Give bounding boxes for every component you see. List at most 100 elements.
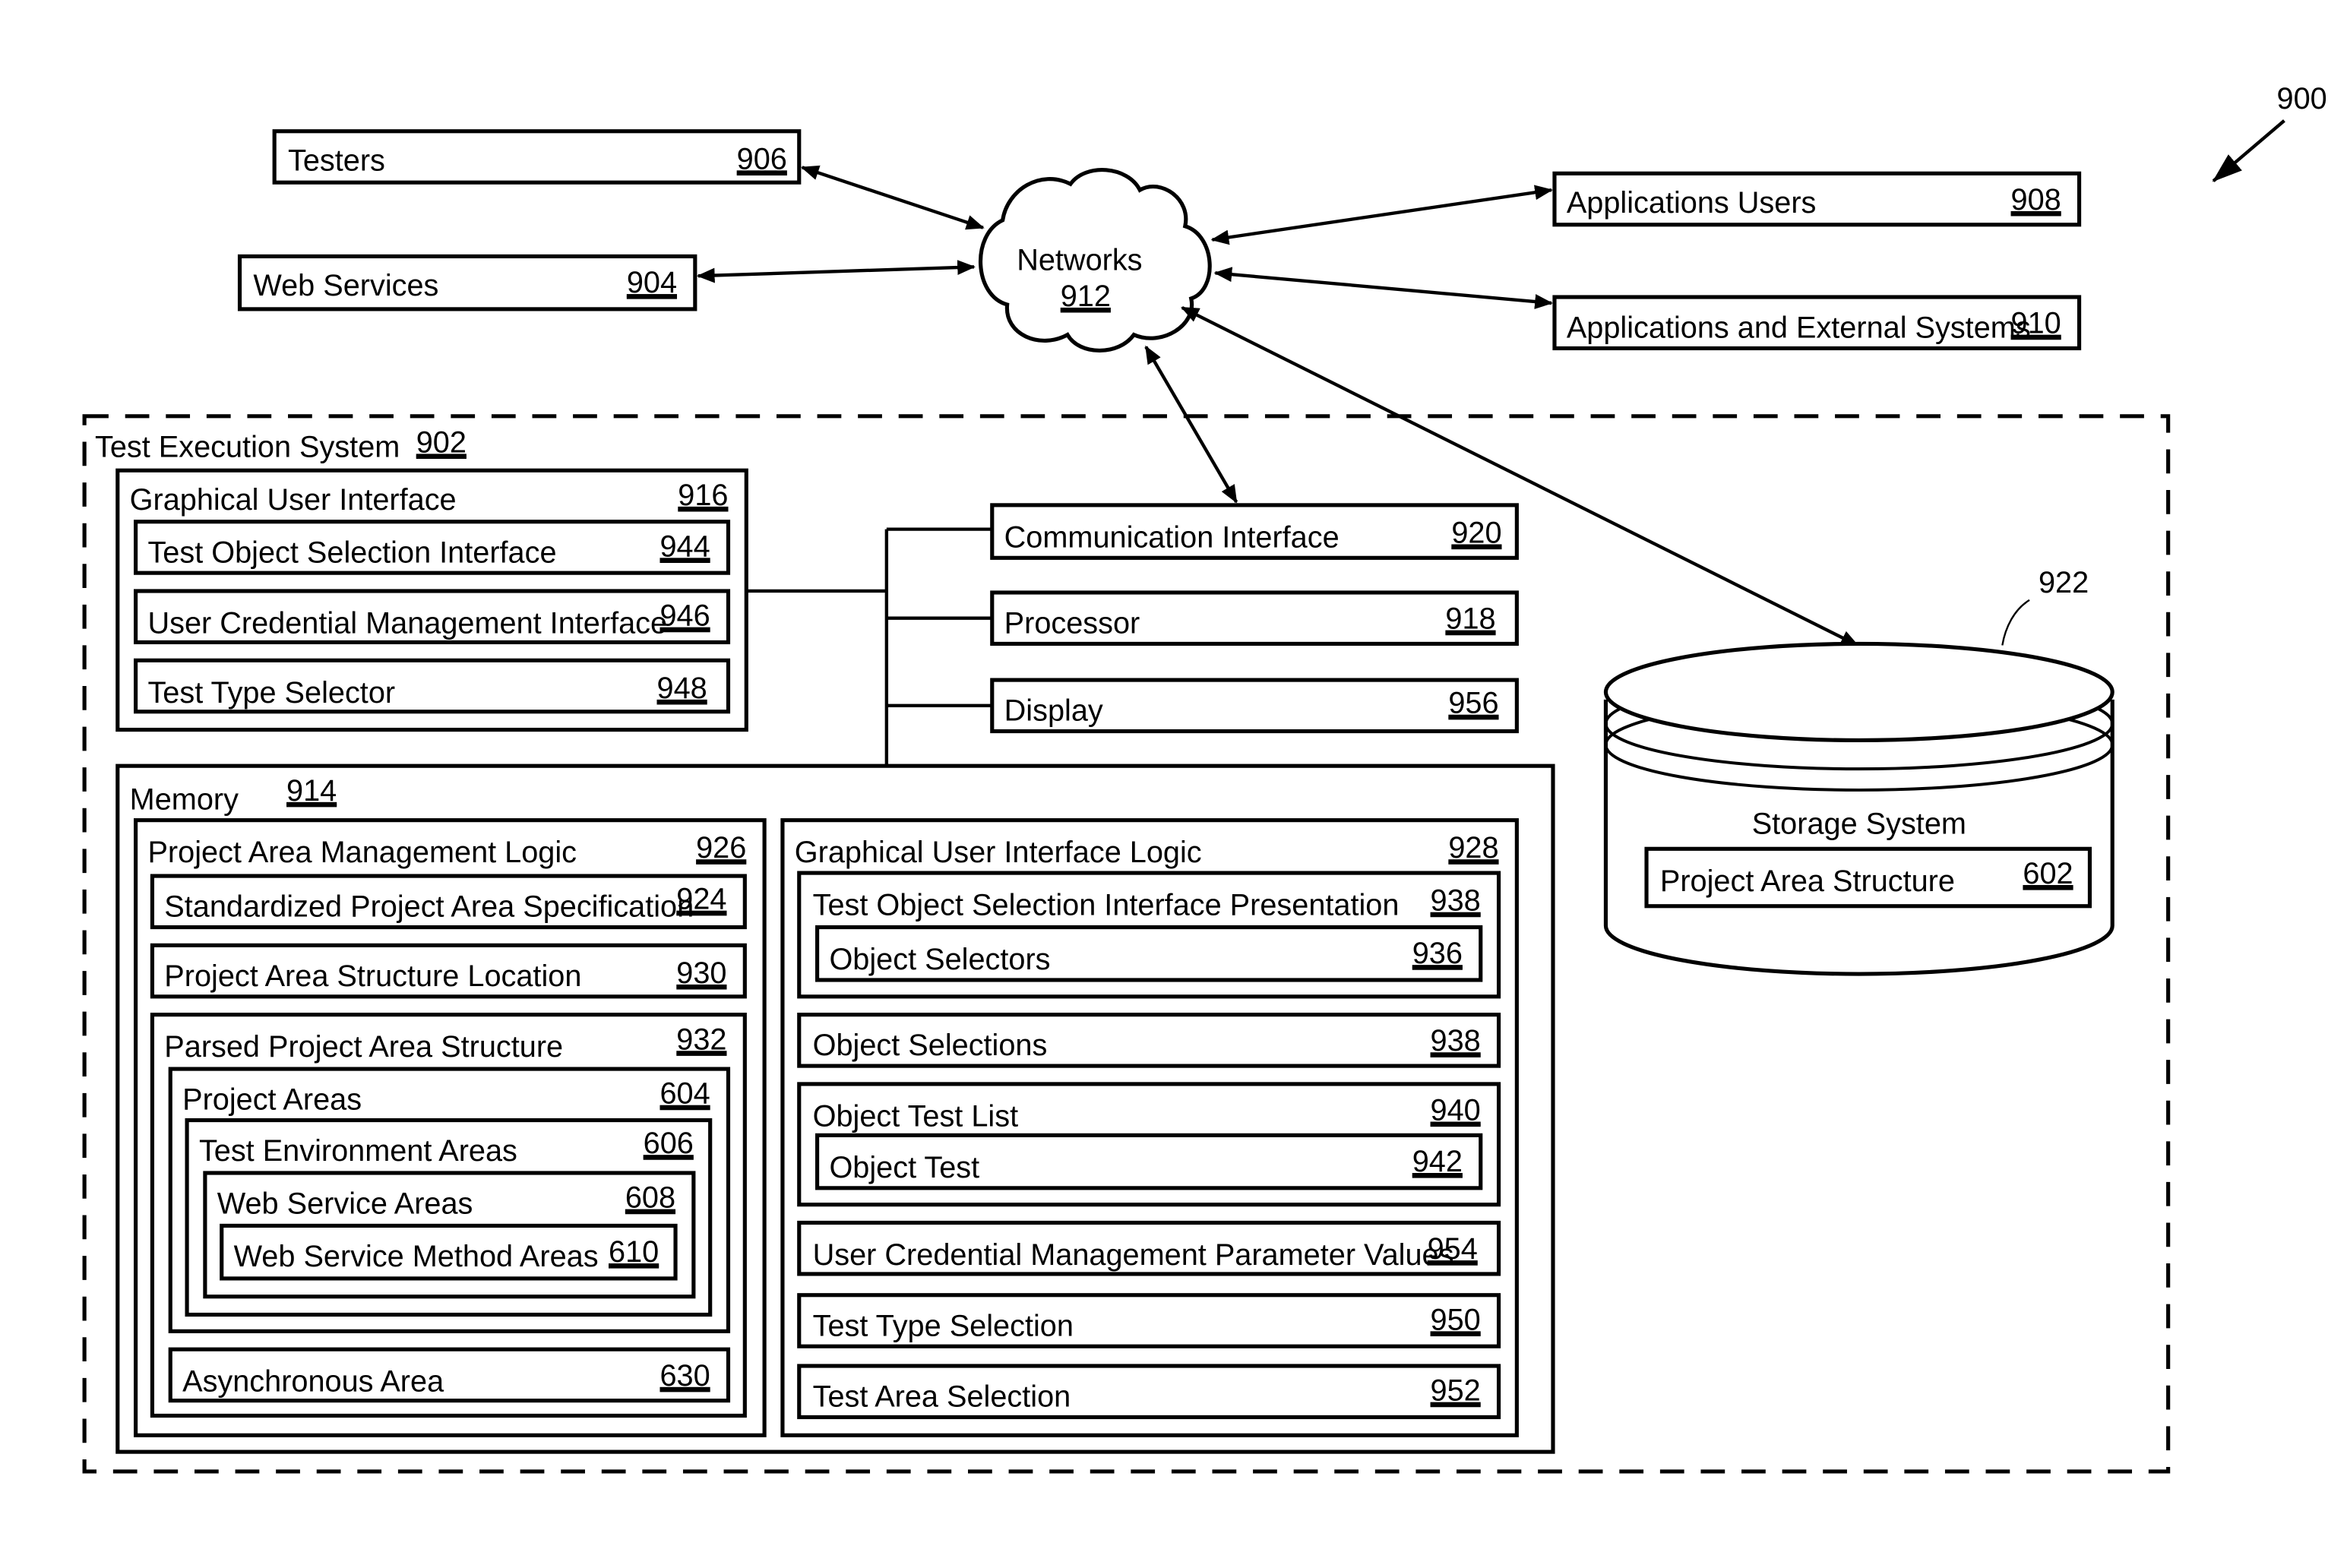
gui-label: Graphical User Interface — [130, 483, 457, 517]
system-label: Test Execution System — [95, 430, 400, 463]
memory-num: 914 — [286, 774, 337, 808]
selections-num: 938 — [1431, 1024, 1481, 1057]
storage-leader-line — [2001, 599, 2030, 646]
asynchronous-area-box[interactable]: Asynchronous Area 630 — [168, 1347, 731, 1403]
testers-label: Testers — [288, 144, 385, 177]
project-area-structure-box[interactable]: Project Area Structure 602 — [1644, 846, 2092, 909]
appexternal-network-arrow — [1213, 267, 1553, 309]
location-label: Project Area Structure Location — [164, 959, 581, 993]
project-areas-num: 604 — [659, 1077, 710, 1111]
project-area-structure-num: 602 — [2023, 857, 2073, 890]
structure-location-box[interactable]: Project Area Structure Location 930 — [150, 943, 747, 999]
communication-interface-box[interactable]: Communication Interface 920 — [990, 503, 1519, 560]
spec-num: 924 — [676, 883, 726, 916]
ws-areas-num: 608 — [625, 1181, 675, 1215]
standardized-spec-box[interactable]: Standardized Project Area Specification … — [150, 874, 747, 930]
web-service-method-areas-box[interactable]: Web Service Method Areas 610 — [220, 1223, 678, 1281]
object-test-label: Object Test — [829, 1151, 979, 1184]
applications-external-box[interactable]: Applications and External Systems 910 — [1552, 295, 2082, 351]
figure-arrow — [2212, 119, 2285, 182]
object-test-box[interactable]: Object Test 942 — [814, 1133, 1483, 1190]
spec-label: Standardized Project Area Specification — [164, 890, 694, 924]
component-num: 918 — [1445, 602, 1495, 636]
object-selectors-box[interactable]: Object Selectors 936 — [814, 925, 1483, 982]
applications-external-label: Applications and External Systems — [1567, 311, 2031, 345]
tosip-label: Test Object Selection Interface Presenta… — [813, 889, 1400, 922]
selectors-num: 936 — [1412, 937, 1463, 970]
memory-label: Memory — [130, 783, 239, 817]
storage-label: Storage System — [1752, 807, 1966, 840]
ws-areas-label: Web Service Areas — [217, 1187, 473, 1221]
project-areas-label: Project Areas — [182, 1083, 362, 1117]
async-label: Asynchronous Area — [182, 1365, 444, 1399]
pam-num: 926 — [696, 831, 746, 865]
testers-num: 906 — [737, 142, 787, 175]
test-area-selection-box[interactable]: Test Area Selection 952 — [797, 1364, 1501, 1420]
networks-cloud[interactable]: Networks 912 — [979, 168, 1212, 352]
test-env-label: Test Environment Areas — [199, 1134, 517, 1168]
applications-users-label: Applications Users — [1567, 186, 1817, 220]
test-env-num: 606 — [644, 1127, 694, 1160]
gui-item-user-credential-management[interactable]: User Credential Management Interface 946 — [134, 589, 731, 645]
processor-box[interactable]: Processor 918 — [990, 590, 1519, 646]
testers-box[interactable]: Testers 906 — [272, 129, 802, 185]
test-area-num: 952 — [1431, 1374, 1481, 1408]
pam-label: Project Area Management Logic — [147, 836, 577, 869]
gui-item-label: User Credential Management Interface — [147, 607, 667, 640]
test-type-selection-box[interactable]: Test Type Selection 950 — [797, 1293, 1501, 1348]
ws-method-num: 610 — [609, 1235, 659, 1269]
async-num: 630 — [659, 1359, 710, 1393]
testers-network-arrow — [800, 165, 985, 230]
gui-item-label: Test Type Selector — [147, 676, 395, 710]
gui-item-test-type-selector[interactable]: Test Type Selector 948 — [134, 658, 731, 714]
parsed-num: 932 — [676, 1023, 726, 1056]
gui-num: 916 — [678, 479, 728, 512]
gui-item-test-object-selection[interactable]: Test Object Selection Interface 944 — [134, 520, 731, 575]
gui-item-num: 946 — [659, 599, 710, 633]
webservices-network-arrow — [696, 260, 976, 283]
web-services-label: Web Services — [253, 269, 438, 302]
gui-logic-label: Graphical User Interface Logic — [795, 836, 1202, 869]
component-label: Display — [1004, 694, 1103, 728]
networks-num: 912 — [1061, 280, 1111, 313]
applications-users-box[interactable]: Applications Users 908 — [1552, 171, 2082, 227]
tosip-num: 938 — [1431, 884, 1481, 918]
parsed-label: Parsed Project Area Structure — [164, 1030, 563, 1064]
web-services-num: 904 — [627, 266, 677, 299]
display-box[interactable]: Display 956 — [990, 678, 1519, 734]
test-type-label: Test Type Selection — [813, 1309, 1074, 1342]
storage-reference: 922 — [2039, 566, 2089, 599]
object-test-num: 942 — [1412, 1145, 1463, 1178]
gui-item-num: 948 — [657, 672, 707, 705]
component-label: Communication Interface — [1004, 520, 1340, 554]
applications-users-num: 908 — [2011, 183, 2061, 217]
project-area-structure-label: Project Area Structure — [1660, 865, 1955, 898]
test-area-label: Test Area Selection — [813, 1380, 1071, 1414]
credential-values-box[interactable]: User Credential Management Parameter Val… — [797, 1220, 1501, 1276]
system-diagram: 900 Testers 906 Web Services 904 Network… — [82, 82, 2327, 1474]
selections-label: Object Selections — [813, 1029, 1048, 1062]
test-list-num: 940 — [1431, 1094, 1481, 1127]
storage-system[interactable]: Storage System — [1603, 641, 2114, 976]
test-type-num: 950 — [1431, 1303, 1481, 1336]
location-num: 930 — [676, 956, 726, 990]
ws-method-label: Web Service Method Areas — [234, 1240, 599, 1273]
network-comm-arrow — [1144, 345, 1238, 504]
web-services-box[interactable]: Web Services 904 — [237, 254, 697, 311]
gui-logic-num: 928 — [1448, 831, 1498, 865]
system-num: 902 — [416, 425, 467, 459]
component-num: 920 — [1451, 516, 1501, 549]
appusers-network-arrow — [1210, 185, 1553, 245]
object-selections-box[interactable]: Object Selections 938 — [797, 1013, 1501, 1068]
test-list-label: Object Test List — [813, 1099, 1018, 1133]
gui-item-num: 944 — [659, 530, 710, 563]
system-bus — [746, 527, 992, 767]
figure-reference: 900 — [2277, 82, 2327, 115]
credential-values-num: 954 — [1428, 1232, 1478, 1266]
component-num: 956 — [1448, 687, 1498, 720]
credential-values-label: User Credential Management Parameter Val… — [813, 1238, 1454, 1272]
gui-item-label: Test Object Selection Interface — [147, 536, 556, 569]
networks-label: Networks — [1017, 243, 1142, 277]
component-label: Processor — [1004, 607, 1140, 640]
selectors-label: Object Selectors — [829, 943, 1050, 976]
